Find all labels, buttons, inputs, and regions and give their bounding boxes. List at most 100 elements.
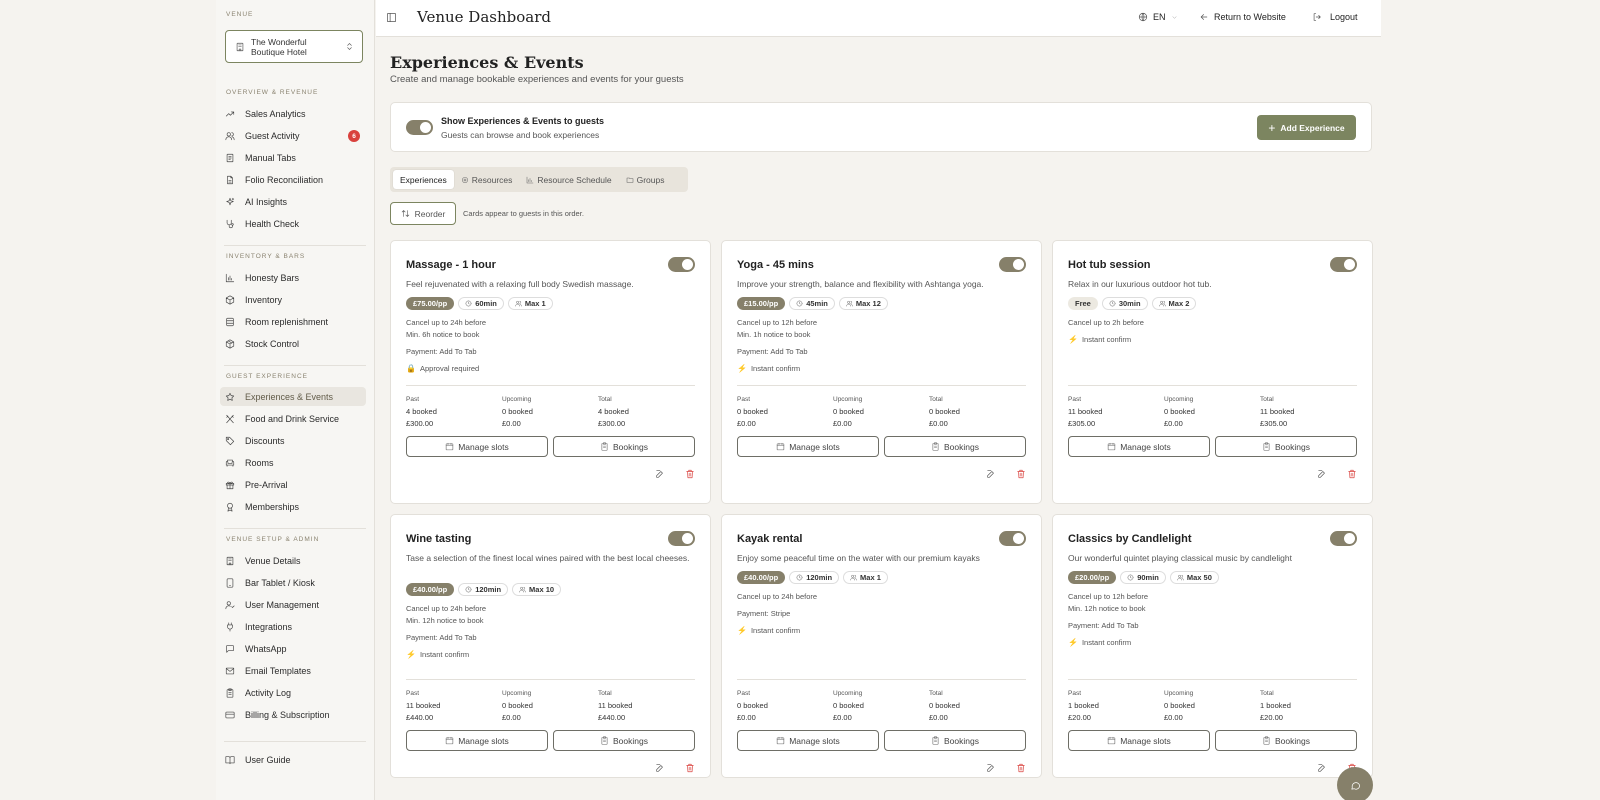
sidebar-item-guest-activity[interactable]: Guest Activity 6 — [220, 126, 366, 145]
payment-method: Payment: Stripe — [737, 609, 791, 618]
sidebar-item-food-drink[interactable]: Food and Drink Service — [220, 409, 366, 428]
sidebar-item-activity-log[interactable]: Activity Log — [220, 683, 366, 702]
tab-resources[interactable]: Resources — [454, 170, 520, 189]
sidebar-item-experiences-events[interactable]: Experiences & Events — [220, 387, 366, 406]
trash-icon[interactable] — [1016, 469, 1026, 479]
bookings-label: Bookings — [944, 735, 979, 746]
bookings-button[interactable]: Bookings — [1215, 436, 1357, 457]
experience-active-toggle[interactable] — [1330, 531, 1357, 546]
manage-slots-button[interactable]: Manage slots — [1068, 436, 1210, 457]
tab-experiences[interactable]: Experiences — [393, 170, 454, 189]
sofa-icon — [225, 458, 235, 468]
experience-active-toggle[interactable] — [999, 257, 1026, 272]
policy-line: Cancel up to 2h before — [1068, 318, 1144, 327]
sidebar-item-bar-tablet[interactable]: Bar Tablet / Kiosk — [220, 573, 366, 592]
bookings-button[interactable]: Bookings — [1215, 730, 1357, 751]
duration-chip: 45min — [789, 297, 835, 310]
experience-active-toggle[interactable] — [999, 531, 1026, 546]
policy-line: Min. 12h notice to book — [1068, 604, 1146, 613]
bookings-button[interactable]: Bookings — [884, 436, 1026, 457]
sidebar-item-user-guide[interactable]: User Guide — [220, 750, 366, 769]
clock-icon — [1109, 300, 1119, 307]
sidebar-item-email-templates[interactable]: Email Templates — [220, 661, 366, 680]
tab-groups[interactable]: Groups — [619, 170, 672, 189]
experience-title: Classics by Candlelight — [1068, 533, 1192, 545]
manage-slots-button[interactable]: Manage slots — [406, 436, 548, 457]
experience-active-toggle[interactable] — [668, 531, 695, 546]
edit-icon[interactable] — [655, 763, 665, 773]
logout-label: Logout — [1330, 12, 1358, 22]
sidebar-item-manual-tabs[interactable]: Manual Tabs — [220, 148, 366, 167]
stat-revenue: £440.00 — [406, 713, 434, 722]
stat-total: Total 0 booked £0.00 — [929, 688, 1025, 724]
sidebar-item-label: AI Insights — [245, 196, 288, 207]
sidebar-item-room-replenishment[interactable]: Room replenishment — [220, 312, 366, 331]
sidebar-item-discounts[interactable]: Discounts — [220, 431, 366, 450]
add-experience-button[interactable]: + Add Experience — [1257, 115, 1356, 140]
stat-count: 0 booked — [1164, 407, 1195, 416]
sidebar-item-rooms[interactable]: Rooms — [220, 453, 366, 472]
language-selector[interactable]: EN — [1138, 12, 1183, 22]
arrow-left-icon — [1199, 12, 1214, 22]
sidebar-item-memberships[interactable]: Memberships — [220, 497, 366, 516]
stat-count: 11 booked — [1260, 407, 1295, 416]
experience-active-toggle[interactable] — [668, 257, 695, 272]
edit-icon[interactable] — [1317, 763, 1327, 773]
manage-slots-button[interactable]: Manage slots — [406, 730, 548, 751]
sidebar-item-sales-analytics[interactable]: Sales Analytics — [220, 104, 366, 123]
stat-count: 1 booked — [1260, 701, 1291, 710]
chat-button[interactable] — [1337, 767, 1373, 800]
manage-slots-button[interactable]: Manage slots — [737, 436, 879, 457]
sidebar-item-pre-arrival[interactable]: Pre-Arrival — [220, 475, 366, 494]
sidebar-toggle-icon[interactable] — [386, 12, 397, 23]
manage-slots-button[interactable]: Manage slots — [737, 730, 879, 751]
experience-policy: Cancel up to 24h before Payment: Stripe ⚡ I… — [737, 591, 817, 637]
sidebar-item-inventory[interactable]: Inventory — [220, 290, 366, 309]
return-to-website-link[interactable]: Return to Website — [1199, 12, 1286, 22]
sidebar-item-label: Memberships — [245, 501, 300, 512]
tab-resource-schedule[interactable]: Resource Schedule — [519, 170, 618, 189]
globe-icon — [1138, 12, 1153, 22]
edit-icon[interactable] — [986, 469, 996, 479]
venue-selector[interactable]: The Wonderful Boutique Hotel — [225, 30, 363, 63]
show-toggle-subtitle: Guests can browse and book experiences — [441, 130, 600, 140]
trash-icon[interactable] — [1016, 763, 1026, 773]
experience-description: Improve your strength, balance and flexi… — [737, 279, 984, 289]
bookings-button[interactable]: Bookings — [553, 730, 695, 751]
trash-icon[interactable] — [1347, 469, 1357, 479]
experience-title: Kayak rental — [737, 533, 803, 545]
utensils-icon — [225, 414, 235, 424]
trash-icon[interactable] — [685, 469, 695, 479]
sidebar-item-whatsapp[interactable]: WhatsApp — [220, 639, 366, 658]
sidebar-item-label: Guest Activity — [245, 130, 300, 141]
credit-card-icon — [225, 710, 235, 720]
sidebar-item-stock-control[interactable]: Stock Control — [220, 334, 366, 353]
sidebar-item-ai-insights[interactable]: AI Insights — [220, 192, 366, 211]
show-experiences-toggle[interactable] — [406, 120, 433, 135]
sidebar-item-folio-reconciliation[interactable]: Folio Reconciliation — [220, 170, 366, 189]
reorder-button[interactable]: Reorder — [390, 202, 456, 225]
edit-icon[interactable] — [655, 469, 665, 479]
trash-icon[interactable] — [685, 763, 695, 773]
manage-slots-button[interactable]: Manage slots — [1068, 730, 1210, 751]
lightning-icon: ⚡ — [406, 650, 416, 659]
edit-icon[interactable] — [986, 763, 996, 773]
sidebar-item-honesty-bars[interactable]: Honesty Bars — [220, 268, 366, 287]
stat-label: Past — [406, 690, 420, 697]
bookings-button[interactable]: Bookings — [884, 730, 1026, 751]
sidebar-item-health-check[interactable]: Health Check — [220, 214, 366, 233]
experience-card: Classics by Candlelight Our wonderful qu… — [1052, 514, 1373, 778]
sidebar-item-integrations[interactable]: Integrations — [220, 617, 366, 636]
calendar-icon — [776, 736, 789, 745]
stat-upcoming: Upcoming 0 booked £0.00 — [1164, 688, 1260, 724]
stat-revenue: £440.00 — [598, 713, 626, 722]
logout-button[interactable]: Logout — [1312, 12, 1358, 22]
sidebar-item-billing[interactable]: Billing & Subscription — [220, 705, 366, 724]
sidebar-item-venue-details[interactable]: Venue Details — [220, 551, 366, 570]
experience-active-toggle[interactable] — [1330, 257, 1357, 272]
bookings-button[interactable]: Bookings — [553, 436, 695, 457]
capacity-chip: Max 1 — [843, 571, 888, 584]
sidebar-item-user-management[interactable]: User Management — [220, 595, 366, 614]
sidebar-divider — [224, 528, 366, 529]
edit-icon[interactable] — [1317, 469, 1327, 479]
